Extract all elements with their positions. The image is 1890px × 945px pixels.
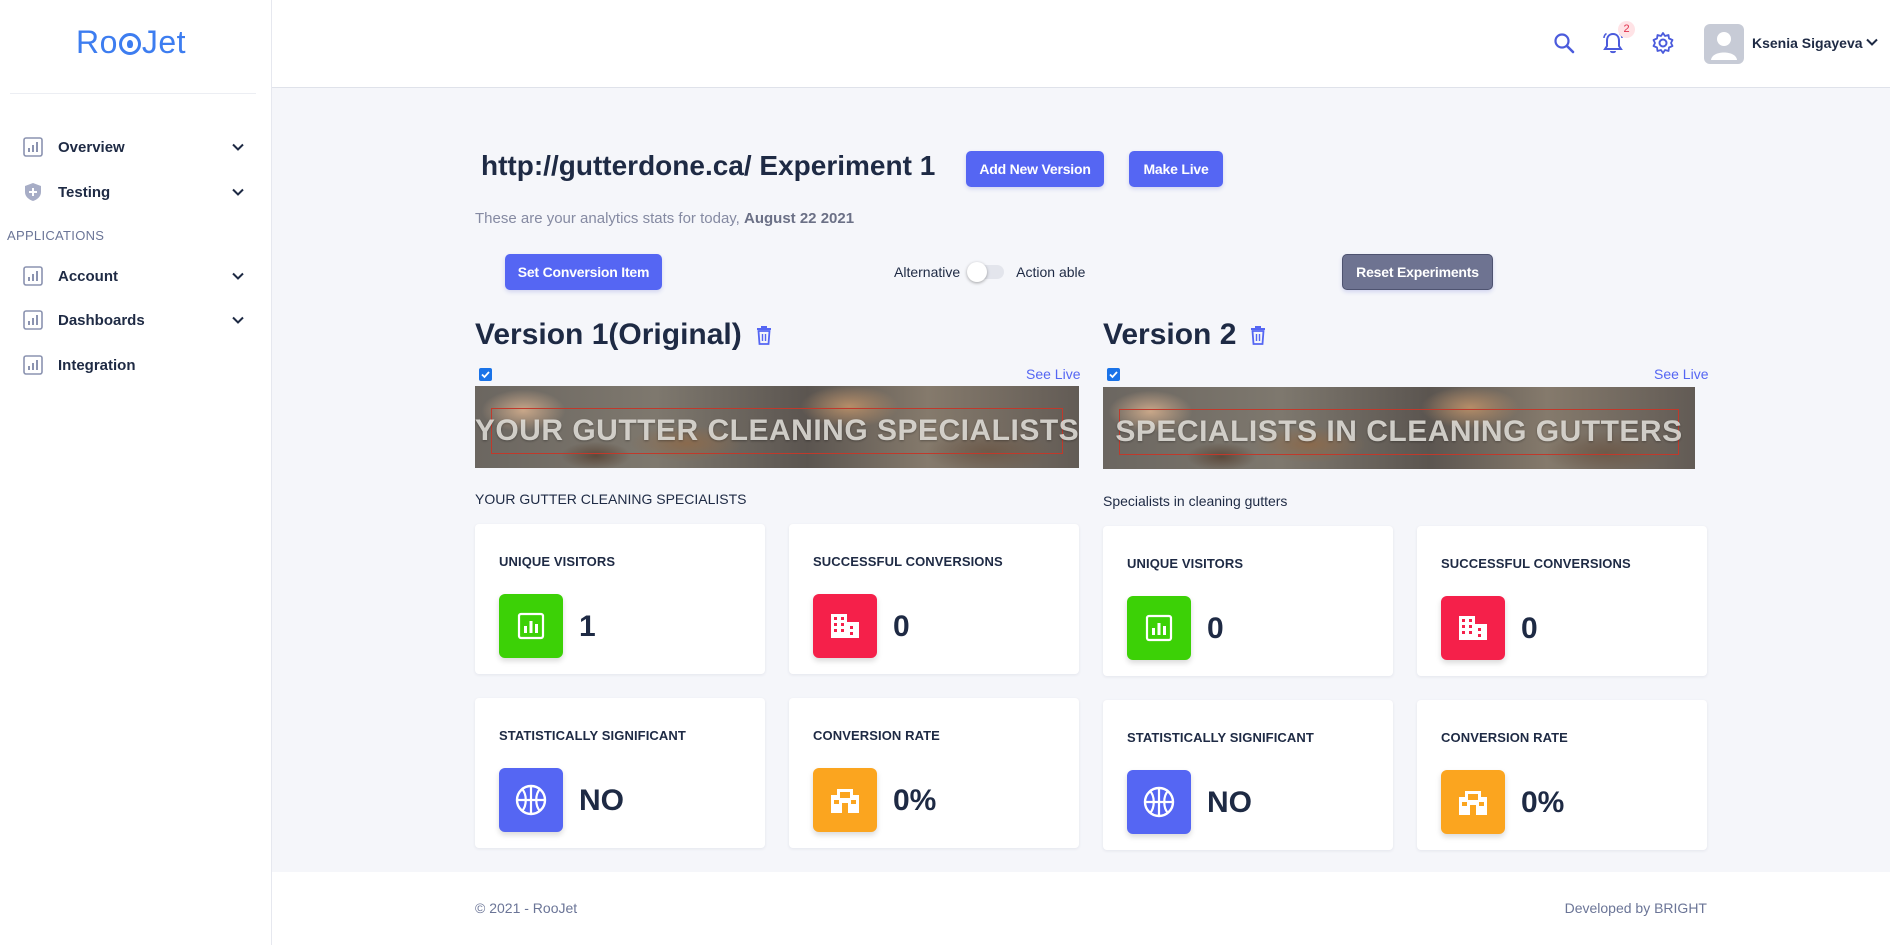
set-conversion-item-button[interactable]: Set Conversion Item (505, 254, 662, 290)
see-live-link[interactable]: See Live (1026, 366, 1080, 382)
stat-card-unique-visitors: UNIQUE VISITORS 1 (475, 524, 765, 674)
store-24-icon (813, 768, 877, 832)
stat-value: 0% (1521, 786, 1565, 819)
user-name[interactable]: Ksenia Sigayeva (1752, 35, 1863, 51)
stat-card-unique-visitors: UNIQUE VISITORS 0 (1103, 526, 1393, 676)
version-1-caption: YOUR GUTTER CLEANING SPECIALISTS (475, 491, 747, 507)
stat-value: 1 (579, 610, 596, 643)
shield-icon (22, 181, 44, 203)
sidebar-item-label: Dashboards (58, 311, 145, 329)
mode-toggle: Alternative Action able (894, 262, 1085, 282)
footer-copyright: © 2021 - RooJet (475, 900, 578, 916)
chevron-down-icon (230, 312, 246, 328)
version-title-text: Version 2 (1103, 318, 1237, 351)
sidebar-item-integration[interactable]: Integration (22, 350, 246, 380)
stat-label: STATISTICALLY SIGNIFICANT (499, 728, 686, 743)
notification-badge: 2 (1618, 21, 1635, 38)
reset-experiments-button[interactable]: Reset Experiments (1342, 254, 1493, 290)
sidebar-item-label: Account (58, 267, 118, 285)
chevron-down-icon (230, 184, 246, 200)
make-live-button[interactable]: Make Live (1129, 151, 1223, 187)
stat-label: CONVERSION RATE (1441, 730, 1568, 745)
chart-icon (22, 136, 44, 158)
stat-value: 0 (1521, 612, 1538, 645)
sidebar-item-account[interactable]: Account (22, 261, 246, 291)
stat-label: CONVERSION RATE (813, 728, 940, 743)
stat-value: 0 (893, 610, 910, 643)
sidebar-item-dashboards[interactable]: Dashboards (22, 305, 246, 335)
banner-text: YOUR GUTTER CLEANING SPECIALISTS (475, 414, 1079, 447)
stat-value: NO (1207, 786, 1252, 819)
avatar[interactable] (1704, 24, 1744, 64)
sidebar-item-label: Overview (58, 138, 125, 156)
toggle-right-label: Action able (1016, 264, 1086, 280)
basketball-icon (499, 768, 563, 832)
sidebar-section-label: APPLICATIONS (7, 228, 105, 243)
version-1-title: Version 1(Original) (475, 318, 774, 352)
version-1-banner-image: YOUR GUTTER CLEANING SPECIALISTS (475, 386, 1079, 468)
sidebar-item-label: Integration (58, 356, 136, 374)
stat-card-conversion-rate: CONVERSION RATE 0% (1417, 700, 1707, 850)
chevron-down-icon[interactable] (1864, 34, 1880, 50)
subtitle-date: August 22 2021 (744, 210, 855, 227)
version-2-checkbox[interactable] (1107, 368, 1120, 381)
chart-icon (22, 309, 44, 331)
stat-label: UNIQUE VISITORS (499, 554, 616, 569)
logo-drop-icon (118, 33, 141, 55)
version-2-caption: Specialists in cleaning gutters (1103, 493, 1288, 509)
subtitle: These are your analytics stats for today… (475, 210, 854, 227)
sidebar-item-overview[interactable]: Overview (22, 132, 246, 162)
gear-icon[interactable] (1650, 30, 1676, 56)
stat-label: SUCCESSFUL CONVERSIONS (813, 554, 1003, 569)
sidebar-item-label: Testing (58, 183, 111, 201)
stat-card-statistically-significant: STATISTICALLY SIGNIFICANT NO (1103, 700, 1393, 850)
version-2-banner-image: SPECIALISTS IN CLEANING GUTTERS (1103, 387, 1695, 469)
page-title: http://gutterdone.ca/ Experiment 1 (481, 150, 936, 181)
chevron-down-icon (230, 268, 246, 284)
stat-label: UNIQUE VISITORS (1127, 556, 1244, 571)
sidebar-divider (10, 93, 256, 94)
sidebar: Ro Jet Overview Testing APPLICATIONS Acco… (0, 0, 272, 945)
add-new-version-button[interactable]: Add New Version (966, 151, 1104, 187)
version-title-text: Version 1(Original) (475, 318, 742, 351)
toggle-left-label: Alternative (894, 264, 961, 280)
footer-developer-link[interactable]: Developed by BRIGHT (1565, 900, 1707, 916)
version-2-title: Version 2 (1103, 318, 1268, 352)
stat-card-conversion-rate: CONVERSION RATE 0% (789, 698, 1079, 848)
building-icon (1441, 596, 1505, 660)
chevron-down-icon (230, 139, 246, 155)
switch-knob[interactable] (967, 262, 988, 282)
bar-chart-icon (499, 594, 563, 658)
mode-switch[interactable] (967, 262, 1005, 282)
banner-text: SPECIALISTS IN CLEANING GUTTERS (1115, 415, 1683, 448)
trash-icon[interactable] (756, 325, 774, 345)
search-icon[interactable] (1551, 30, 1577, 56)
see-live-link[interactable]: See Live (1654, 366, 1708, 382)
chart-icon (22, 265, 44, 287)
stat-card-statistically-significant: STATISTICALLY SIGNIFICANT NO (475, 698, 765, 848)
stat-value: NO (579, 784, 624, 817)
trash-icon[interactable] (1250, 325, 1268, 345)
store-24-icon (1441, 770, 1505, 834)
sidebar-item-testing[interactable]: Testing (22, 177, 246, 207)
building-icon (813, 594, 877, 658)
chart-icon (22, 354, 44, 376)
subtitle-text: These are your analytics stats for today… (475, 210, 740, 227)
stat-value: 0 (1207, 612, 1224, 645)
app-logo[interactable]: Ro Jet (0, 24, 262, 61)
stat-label: STATISTICALLY SIGNIFICANT (1127, 730, 1314, 745)
footer: © 2021 - RooJet Developed by BRIGHT (272, 872, 1890, 945)
stat-card-successful-conversions: SUCCESSFUL CONVERSIONS 0 (1417, 526, 1707, 676)
stat-card-successful-conversions: SUCCESSFUL CONVERSIONS 0 (789, 524, 1079, 674)
top-bar (272, 0, 1890, 88)
bar-chart-icon (1127, 596, 1191, 660)
version-1-checkbox[interactable] (479, 368, 492, 381)
basketball-icon (1127, 770, 1191, 834)
stat-value: 0% (893, 784, 937, 817)
stat-label: SUCCESSFUL CONVERSIONS (1441, 556, 1631, 571)
